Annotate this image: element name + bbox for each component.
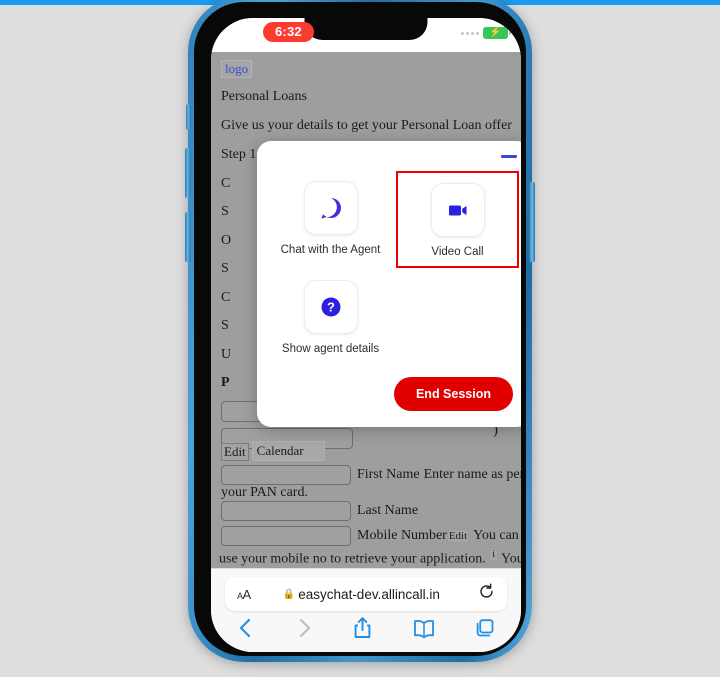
phone-screen: logo Personal Loans Give us your details… [211, 18, 521, 652]
mobile-note-start: use your mobile no to retrieve your appl… [219, 551, 486, 567]
action-video-call[interactable]: Video Call [396, 171, 519, 268]
mobile-note-end: Your [500, 551, 521, 567]
chat-bubble-icon [320, 198, 341, 219]
action-chat-with-agent[interactable]: Chat with the Agent [267, 175, 394, 268]
ios-status-bar: 6:32 ⚡ [211, 18, 521, 52]
share-icon[interactable] [352, 616, 373, 645]
mobile-number-label: Mobile Number [357, 528, 447, 543]
page-title: Personal Loans [221, 89, 307, 104]
first-name-hint: Enter name as per [423, 467, 521, 482]
silent-switch-button[interactable] [186, 104, 191, 130]
action-grid: Chat with the Agent Video Call ? Show ag… [257, 141, 521, 363]
tabs-icon[interactable] [474, 617, 496, 644]
power-button[interactable] [529, 182, 535, 262]
first-name-row: First Name Enter name as per [221, 465, 521, 485]
phone-device-frame: logo Personal Loans Give us your details… [185, 0, 535, 662]
reload-icon[interactable] [478, 583, 495, 605]
chat-icon-tile [303, 181, 358, 235]
end-session-row: End Session [257, 363, 521, 411]
end-session-button[interactable]: End Session [393, 377, 513, 411]
obscured-text-line: S [221, 318, 229, 333]
status-time-recording-pill[interactable]: 6:32 [263, 22, 314, 42]
agent-actions-modal: Chat with the Agent Video Call ? Show ag… [257, 141, 521, 427]
info-superscript-icon[interactable]: i [489, 548, 498, 561]
back-button[interactable] [236, 617, 256, 644]
status-bar-right: ⚡ [461, 27, 511, 39]
charging-bolt-icon: ⚡ [489, 27, 502, 38]
edit-calendar-row: Edit Calendar [221, 441, 325, 461]
lock-icon: 🔒 [282, 588, 296, 600]
mobile-retrieve-note: use your mobile no to retrieve your appl… [219, 548, 521, 568]
question-mark-icon: ? [321, 297, 340, 317]
action-show-agent-details[interactable]: ? Show agent details [267, 274, 394, 363]
signal-dots-icon [461, 31, 479, 35]
phone-bezel: logo Personal Loans Give us your details… [194, 2, 526, 656]
battery-charging-icon: ⚡ [483, 27, 511, 39]
first-name-label: First Name [357, 467, 420, 482]
obscured-text-line: P [221, 375, 230, 390]
pan-card-note: your PAN card. [221, 485, 308, 500]
obscured-text-line: C [221, 290, 231, 305]
action-chat-label: Chat with the Agent [280, 244, 381, 256]
details-icon-tile: ? [303, 280, 358, 334]
svg-text:?: ? [327, 300, 335, 315]
calendar-button[interactable]: Calendar [251, 441, 325, 461]
action-video-label: Video Call [431, 246, 484, 258]
page-subtitle: Give us your details to get your Persona… [221, 118, 512, 133]
safari-bottom-bar: AA 🔒 easychat-dev.allincall.in [211, 568, 521, 652]
phone-notch [304, 18, 428, 40]
obscured-text-line: C [221, 176, 231, 191]
minimize-icon[interactable] [501, 155, 517, 158]
action-details-label: Show agent details [281, 343, 380, 355]
last-name-row: Last Name [221, 501, 418, 521]
first-name-input[interactable] [221, 465, 351, 485]
bookmarks-book-icon[interactable] [412, 618, 436, 644]
mobile-number-hint: You can [473, 528, 519, 543]
mobile-edit-button[interactable]: Edit [446, 529, 470, 543]
url-text: easychat-dev.allincall.in [298, 586, 440, 602]
mobile-number-input[interactable] [221, 526, 351, 546]
edit-button[interactable]: Edit [221, 443, 249, 461]
volume-up-button[interactable] [185, 148, 191, 198]
safari-nav-row [211, 616, 521, 645]
obscured-text-line: S [221, 204, 229, 219]
url-display[interactable]: 🔒 easychat-dev.allincall.in [245, 587, 478, 602]
mobile-number-row: Mobile Number Edit You can [221, 526, 519, 546]
obscured-text-line: U [221, 347, 232, 362]
last-name-input[interactable] [221, 501, 351, 521]
site-logo-link[interactable]: logo [221, 60, 253, 78]
volume-down-button[interactable] [185, 212, 191, 262]
last-name-label: Last Name [357, 503, 419, 518]
forward-button [294, 617, 314, 644]
url-bar[interactable]: AA 🔒 easychat-dev.allincall.in [225, 577, 507, 611]
video-icon-tile [430, 183, 485, 237]
obscured-text-line: S [221, 261, 229, 276]
obscured-text-line: O [221, 233, 232, 248]
video-camera-icon [448, 205, 466, 216]
